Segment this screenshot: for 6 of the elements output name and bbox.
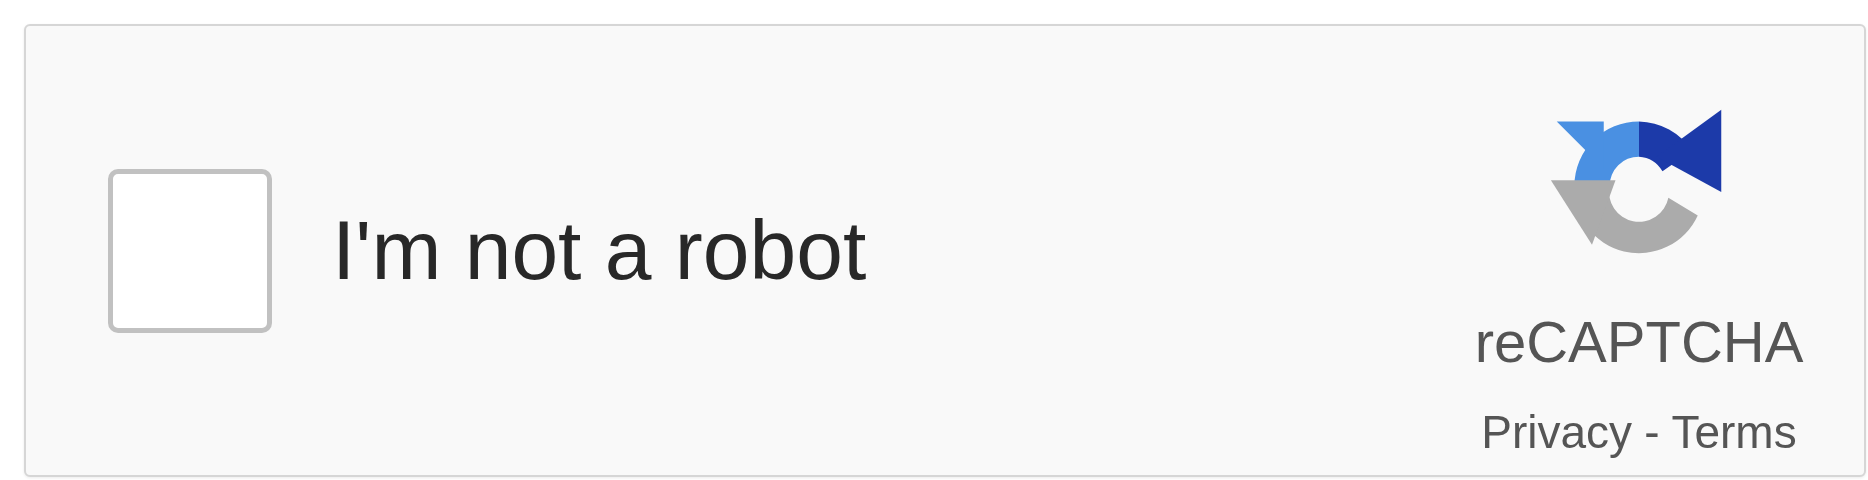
footer-link[interactable]: Terms	[1671, 405, 1797, 459]
checkbox-label: I'm not a robot	[332, 202, 867, 299]
brand-name: reCAPTCHA	[1474, 308, 1804, 375]
footer-link[interactable]: Privacy	[1481, 405, 1633, 459]
link-separator: -	[1644, 405, 1660, 459]
checkbox[interactable]	[108, 168, 272, 333]
